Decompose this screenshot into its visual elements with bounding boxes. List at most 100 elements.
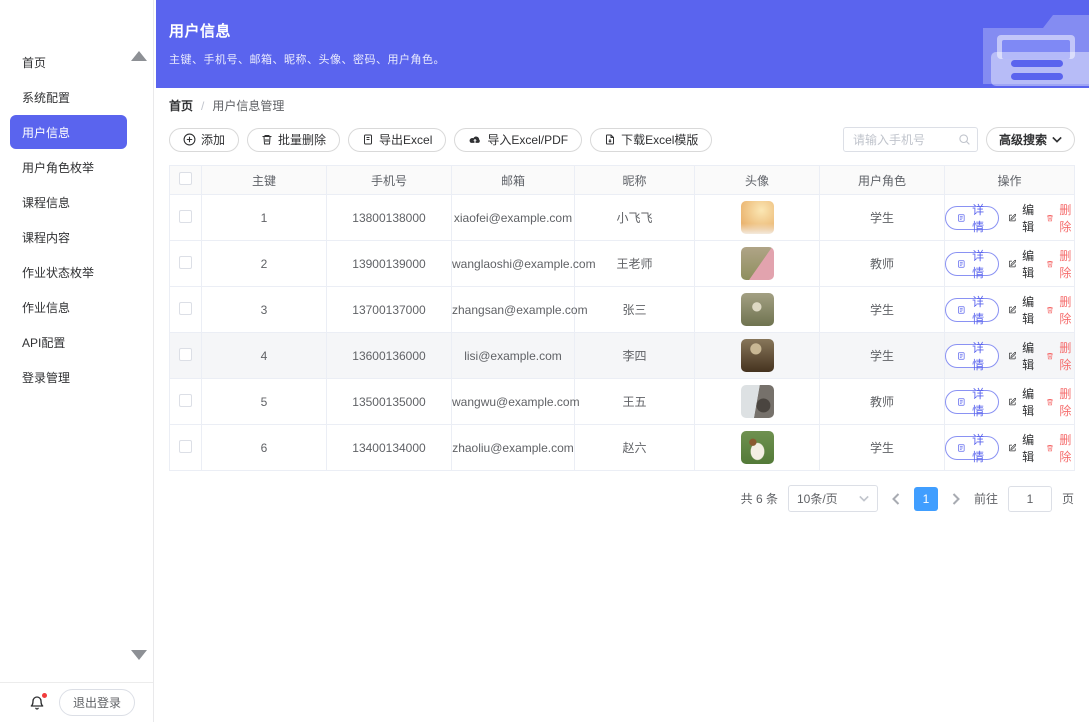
breadcrumb-separator: / — [201, 98, 205, 113]
sidebar-item-7[interactable]: 作业信息 — [10, 290, 127, 324]
sidebar-item-3[interactable]: 用户角色枚举 — [10, 150, 127, 184]
row-checkbox[interactable] — [179, 301, 192, 315]
detail-button[interactable]: 详情 — [945, 295, 999, 326]
next-page-button[interactable] — [948, 491, 964, 507]
detail-button[interactable]: 详情 — [945, 433, 999, 464]
row-actions: 详情 编辑 删除 — [945, 431, 1074, 465]
page-size-select[interactable]: 10条/页 — [787, 485, 878, 512]
notification-bell-icon[interactable] — [29, 692, 47, 711]
delete-button[interactable]: 删除 — [1046, 431, 1074, 465]
detail-button[interactable]: 详情 — [945, 341, 999, 372]
goto-page-input[interactable] — [1007, 485, 1052, 512]
sidebar-item-5[interactable]: 课程内容 — [10, 220, 127, 254]
cell-email: zhangsan@example.com — [451, 286, 588, 333]
detail-button[interactable]: 详情 — [945, 203, 999, 234]
notification-badge — [41, 692, 47, 698]
select-all-checkbox[interactable] — [179, 172, 192, 185]
detail-button[interactable]: 详情 — [945, 249, 999, 280]
app-root: 首页 系统配置 用户信息 用户角色枚举 课程信息 课程内容 作业状态枚举 作业信息 API配置登… — [0, 0, 1089, 722]
row-checkbox[interactable] — [179, 209, 192, 223]
cell-phone: 13800138000 — [326, 194, 452, 241]
content-area: 首页 / 用户信息管理 添加 批量删除 导出Excel 导入Excel/PDF … — [156, 88, 1089, 512]
add-button[interactable]: 添加 — [169, 127, 240, 152]
select-chevron-icon — [859, 495, 869, 502]
cell-role: 教师 — [819, 378, 945, 425]
edit-button[interactable]: 编辑 — [1008, 339, 1037, 373]
import-excel-pdf-button[interactable]: 导入Excel/PDF — [454, 127, 583, 152]
cell-nickname: 赵六 — [574, 424, 695, 471]
total-count: 共 6 条 — [740, 492, 778, 506]
edit-button[interactable]: 编辑 — [1008, 201, 1037, 235]
delete-trash-icon — [1046, 398, 1053, 405]
page-number-button[interactable]: 1 — [913, 486, 938, 511]
sidebar-item-0[interactable]: 首页 — [10, 45, 127, 79]
detail-doc-icon — [958, 259, 965, 268]
search-box — [842, 127, 978, 152]
cloud-upload-icon — [469, 136, 481, 143]
delete-button[interactable]: 删除 — [1046, 339, 1074, 373]
menu-scroll-down-icon[interactable] — [131, 650, 147, 660]
edit-button[interactable]: 编辑 — [1008, 385, 1037, 419]
breadcrumb-home[interactable]: 首页 — [169, 97, 193, 114]
cell-id: 2 — [201, 240, 327, 287]
avatar-hands-field — [740, 247, 774, 280]
goto-label: 前往 — [973, 492, 998, 506]
page-unit-label: 页 — [1061, 492, 1074, 506]
advanced-search-button[interactable]: 高级搜索 — [985, 127, 1075, 152]
sidebar-item-1[interactable]: 系统配置 — [10, 80, 127, 114]
table-row: 6 13400134000 zhaoliu@example.com 赵六 学生 … — [169, 424, 1075, 471]
prev-page-button[interactable] — [888, 491, 904, 507]
cell-nickname: 王五 — [574, 378, 695, 425]
cell-id: 3 — [201, 286, 327, 333]
row-actions: 详情 编辑 删除 — [945, 201, 1074, 235]
download-template-button[interactable]: 下载Excel模版 — [590, 127, 713, 152]
edit-icon — [1008, 351, 1017, 359]
file-icon — [364, 134, 373, 145]
delete-button[interactable]: 删除 — [1046, 247, 1074, 281]
toolbar: 添加 批量删除 导出Excel 导入Excel/PDF 下载Excel模版 请输… — [169, 127, 1075, 152]
column-header-id: 主键 — [201, 165, 327, 195]
column-header-actions: 操作 — [944, 165, 1075, 195]
sidebar-item-8[interactable]: API配置 — [10, 325, 127, 359]
delete-trash-icon — [1046, 444, 1053, 451]
cell-role: 学生 — [819, 424, 945, 471]
sidebar-item-4[interactable]: 课程信息 — [10, 185, 127, 219]
edit-button[interactable]: 编辑 — [1008, 247, 1037, 281]
sidebar-item-2[interactable]: 用户信息 — [10, 115, 127, 149]
batch-delete-button[interactable]: 批量删除 — [247, 127, 341, 152]
edit-icon — [1008, 305, 1017, 313]
cell-id: 6 — [201, 424, 327, 471]
cell-role: 学生 — [819, 332, 945, 379]
table-body: 1 13800138000 xiaofei@example.com 小飞飞 学生… — [169, 194, 1075, 471]
delete-trash-icon — [1046, 214, 1053, 221]
cell-id: 5 — [201, 378, 327, 425]
row-checkbox[interactable] — [179, 439, 192, 453]
row-checkbox[interactable] — [179, 347, 192, 361]
row-checkbox[interactable] — [179, 255, 192, 269]
delete-button[interactable]: 删除 — [1046, 293, 1074, 327]
logout-button[interactable]: 退出登录 — [58, 689, 135, 716]
cell-nickname: 李四 — [574, 332, 695, 379]
row-checkbox[interactable] — [179, 393, 192, 407]
sidebar-item-9[interactable]: 登录管理 — [10, 360, 127, 394]
page-banner: 用户信息 主键、手机号、邮箱、昵称、头像、密码、用户角色。 — [156, 0, 1089, 88]
chevron-down-icon — [1052, 136, 1062, 143]
detail-button[interactable]: 详情 — [945, 387, 999, 418]
cell-id: 1 — [201, 194, 327, 241]
toolbar-buttons: 添加 批量删除 导出Excel 导入Excel/PDF 下载Excel模版 — [169, 127, 713, 152]
sidebar-item-6[interactable]: 作业状态枚举 — [10, 255, 127, 289]
cell-nickname: 小飞飞 — [574, 194, 695, 241]
search-icon — [959, 134, 970, 145]
edit-button[interactable]: 编辑 — [1008, 293, 1037, 327]
plus-circle-icon — [183, 133, 196, 146]
menu-scroll-up-icon[interactable] — [131, 51, 147, 61]
page-title: 用户信息 — [169, 23, 232, 40]
edit-icon — [1008, 443, 1017, 451]
cell-phone: 13600136000 — [326, 332, 452, 379]
detail-doc-icon — [958, 443, 965, 452]
delete-button[interactable]: 删除 — [1046, 385, 1074, 419]
edit-button[interactable]: 编辑 — [1008, 431, 1037, 465]
delete-button[interactable]: 删除 — [1046, 201, 1074, 235]
export-excel-button[interactable]: 导出Excel — [348, 127, 447, 152]
avatar-window-silhouette — [740, 385, 774, 418]
